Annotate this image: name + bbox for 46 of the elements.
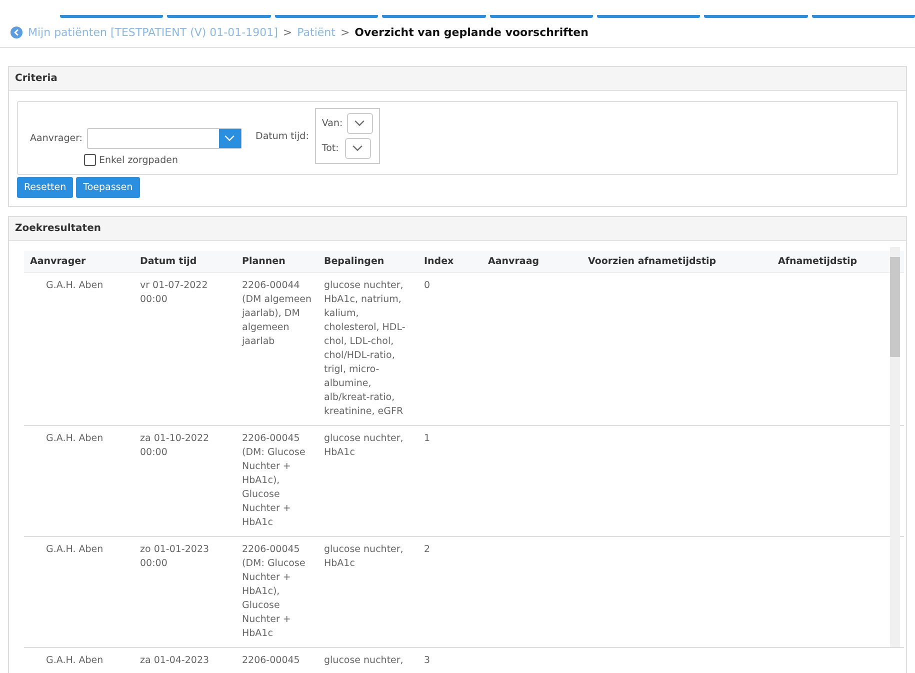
field-label: Aanvrager: bbox=[30, 133, 83, 144]
table-cell: 2206-00045 bbox=[242, 655, 300, 666]
table-cell: glucose nuchter, HbA1c, natrium, kalium, cholesterol, HDL-chol, LDL-chol, chol/HDL-ratio, trigl, micro-albumine, alb/kreat-ratio, kreatinine, eGFR bbox=[324, 280, 406, 417]
table-cell: G.A.H. Aben bbox=[46, 544, 104, 555]
panel-title: Criteria bbox=[9, 67, 906, 91]
breadcrumb-separator: > bbox=[282, 26, 292, 39]
panel-title: Zoekresultaten bbox=[9, 217, 906, 241]
requester-dropdown[interactable] bbox=[86, 128, 242, 149]
page-title: Overzicht van geplande voorschriften bbox=[354, 26, 588, 39]
table-cell: glucose nuchter, HbA1c bbox=[324, 433, 404, 458]
table-cell: 2206-00045 (DM: Glucose Nuchter + HbA1c), Glucose Nuchter + HbA1c bbox=[242, 433, 306, 528]
table-cell: 0 bbox=[424, 280, 430, 291]
column-header[interactable]: Aanvrager bbox=[24, 251, 134, 272]
column-header[interactable]: Plannen bbox=[236, 251, 318, 272]
field-label: Tot: bbox=[322, 143, 340, 154]
to-dropdown[interactable] bbox=[344, 138, 371, 159]
table-cell: glucose nuchter, bbox=[324, 655, 404, 666]
field-label: Van: bbox=[322, 118, 343, 129]
table-cell: 2206-00045 (DM: Glucose Nuchter + HbA1c), Glucose Nuchter + HbA1c bbox=[242, 544, 306, 639]
table-cell: 2 bbox=[424, 544, 430, 555]
scrollbar[interactable] bbox=[890, 247, 900, 647]
chevron-down-icon bbox=[352, 145, 364, 152]
chevron-down-icon bbox=[224, 135, 236, 142]
breadcrumb-separator: > bbox=[340, 26, 350, 39]
table-cell: za 01-04-2023 bbox=[140, 655, 210, 666]
chevron-down-icon bbox=[354, 120, 366, 127]
table-cell: 1 bbox=[424, 433, 430, 444]
column-header[interactable]: Index bbox=[418, 251, 482, 272]
table-cell: za 01-10-2022 00:00 bbox=[140, 433, 210, 458]
column-header[interactable]: Aanvraag bbox=[482, 251, 582, 272]
from-dropdown[interactable] bbox=[346, 113, 373, 134]
field-label: Datum tijd: bbox=[256, 130, 309, 142]
checkbox[interactable]: Enkel zorgpaden bbox=[84, 154, 242, 166]
checkbox-label: Enkel zorgpaden bbox=[99, 154, 178, 166]
table-cell: vr 01-07-2022 00:00 bbox=[140, 280, 208, 305]
table-cell: 2206-00044 (DM algemeen jaarlab), DM algemeen jaarlab bbox=[242, 280, 312, 347]
column-header[interactable]: Voorzien afnametijdstip bbox=[582, 251, 772, 272]
table-cell: G.A.H. Aben bbox=[46, 280, 104, 291]
table-cell: glucose nuchter, HbA1c bbox=[324, 544, 404, 569]
table-cell: 3 bbox=[424, 655, 430, 666]
table-cell: G.A.H. Aben bbox=[46, 655, 104, 666]
table-cell: zo 01-01-2023 00:00 bbox=[140, 544, 210, 569]
column-header[interactable]: Bepalingen bbox=[318, 251, 418, 272]
table-cell: G.A.H. Aben bbox=[46, 433, 104, 444]
column-header[interactable]: Datum tijd bbox=[134, 251, 236, 272]
column-header[interactable]: Afnametijdstip bbox=[772, 251, 904, 272]
